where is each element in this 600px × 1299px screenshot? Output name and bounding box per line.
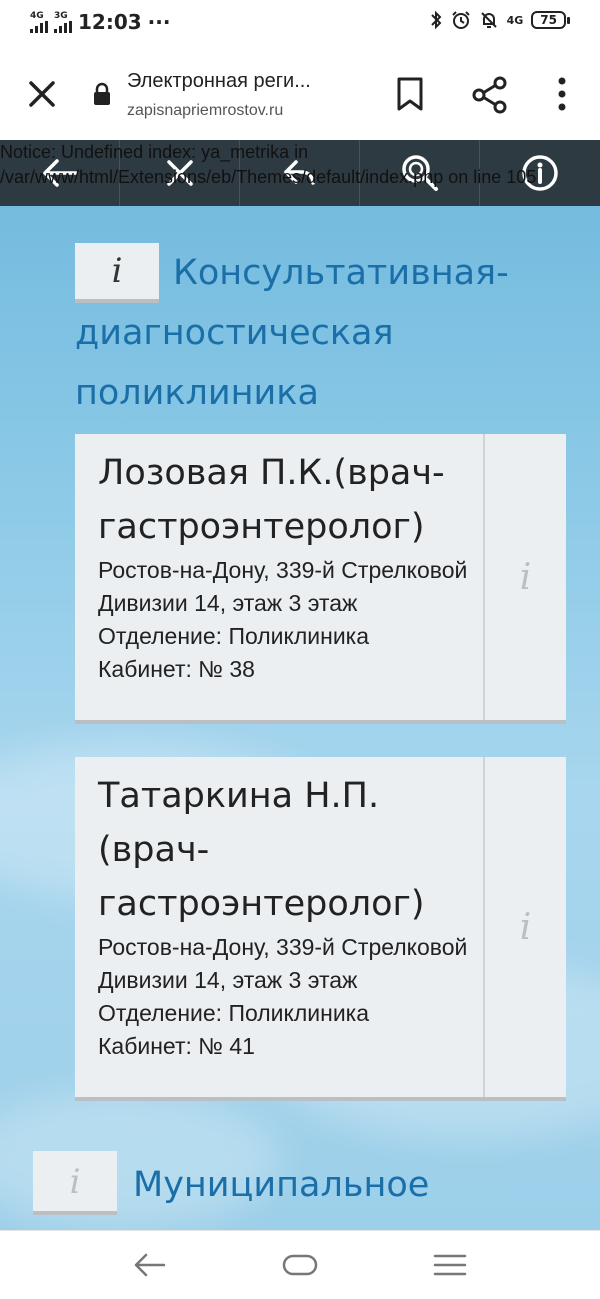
doctor-cabinet: Кабинет: № 38 xyxy=(98,656,255,682)
doctor-details: Татаркина Н.П. (врач-гастроэнтеролог) Ро… xyxy=(75,757,483,1063)
site-toolbar xyxy=(0,140,600,206)
page-content: Notice: Undefined index: ya_metrika in /… xyxy=(0,140,600,1230)
clock: 12:03 xyxy=(78,10,142,34)
info-icon xyxy=(522,155,558,191)
status-bar: 4G 3G 12:03 ··· 4G 75 xyxy=(0,0,600,48)
close-icon xyxy=(166,160,193,186)
network-label-1: 4G xyxy=(30,10,44,21)
doctor-details: Лозовая П.К.(врач-гастроэнтеролог) Росто… xyxy=(75,434,483,686)
doctor-info-button[interactable]: i xyxy=(483,757,566,1097)
bookmark-icon[interactable] xyxy=(394,76,426,112)
network-label-2: 3G xyxy=(54,10,68,21)
doctor-address: Ростов-на-Дону, 339-й Стрелковой Дивизии… xyxy=(98,557,468,616)
back-icon[interactable] xyxy=(130,1245,170,1285)
doctor-card[interactable]: Лозовая П.К.(врач-гастроэнтеролог) Росто… xyxy=(75,434,566,724)
doctor-card[interactable]: Татаркина Н.П. (врач-гастроэнтеролог) Ро… xyxy=(75,757,566,1101)
doctor-cabinet: Кабинет: № 41 xyxy=(98,1033,255,1059)
menu-icon[interactable] xyxy=(430,1245,470,1285)
browser-bar: Электронная реги... zapisnapriemrostov.r… xyxy=(0,48,600,140)
doctor-name[interactable]: Лозовая П.К.(врач-гастроэнтеролог) xyxy=(98,446,483,554)
toolbar-undo-button[interactable] xyxy=(240,140,360,206)
bluetooth-icon xyxy=(430,10,442,30)
section-title-lead: Консультативная- xyxy=(173,253,509,293)
toolbar-search-button[interactable] xyxy=(360,140,480,206)
section-title: i Консультативная- диагностическая поликл… xyxy=(75,243,555,423)
close-tab-icon[interactable] xyxy=(22,74,62,114)
doctor-info-button[interactable]: i xyxy=(483,434,566,720)
mute-bell-icon xyxy=(480,12,497,28)
section2-info-button[interactable]: i xyxy=(33,1151,117,1215)
battery-icon: 75 xyxy=(531,11,570,29)
battery-level: 75 xyxy=(531,11,566,29)
doctor-department: Отделение: Поликлиника xyxy=(98,1000,370,1026)
arrow-left-icon xyxy=(42,159,78,187)
system-nav-bar xyxy=(0,1230,600,1299)
toolbar-back-button[interactable] xyxy=(0,140,120,206)
toolbar-close-button[interactable] xyxy=(120,140,240,206)
lock-icon xyxy=(94,82,110,105)
section-info-button[interactable]: i xyxy=(75,243,159,303)
status-left: 4G 3G 12:03 ··· xyxy=(30,10,170,34)
doctor-department: Отделение: Поликлиника xyxy=(98,623,370,649)
page-title[interactable]: Электронная реги... xyxy=(127,70,311,93)
signal-bars-icon xyxy=(54,20,72,33)
status-right: 4G 75 xyxy=(429,10,570,30)
network-label-3: 4G xyxy=(506,13,524,27)
more-vert-icon[interactable] xyxy=(552,76,572,112)
signal-2: 3G xyxy=(54,10,72,33)
section-heading-2: i Муниципальное xyxy=(33,1151,573,1219)
search-icon xyxy=(401,155,438,191)
signal-bars-icon xyxy=(30,20,48,33)
home-icon[interactable] xyxy=(280,1245,320,1285)
share-icon[interactable] xyxy=(470,76,510,114)
page-url[interactable]: zapisnapriemrostov.ru xyxy=(127,102,283,120)
toolbar-info-button[interactable] xyxy=(480,140,600,206)
signal-1: 4G xyxy=(30,10,48,33)
undo-icon xyxy=(283,160,315,185)
section2-title[interactable]: Муниципальное xyxy=(133,1151,429,1219)
notification-dots: ··· xyxy=(147,10,171,34)
section-title-rest: диагностическая поликлиника xyxy=(75,313,394,413)
alarm-icon xyxy=(451,11,470,29)
section-heading: i Консультативная- диагностическая поликл… xyxy=(75,243,555,423)
doctor-name[interactable]: Татаркина Н.П. (врач-гастроэнтеролог) xyxy=(98,769,483,931)
doctor-address: Ростов-на-Дону, 339-й Стрелковой Дивизии… xyxy=(98,934,468,993)
